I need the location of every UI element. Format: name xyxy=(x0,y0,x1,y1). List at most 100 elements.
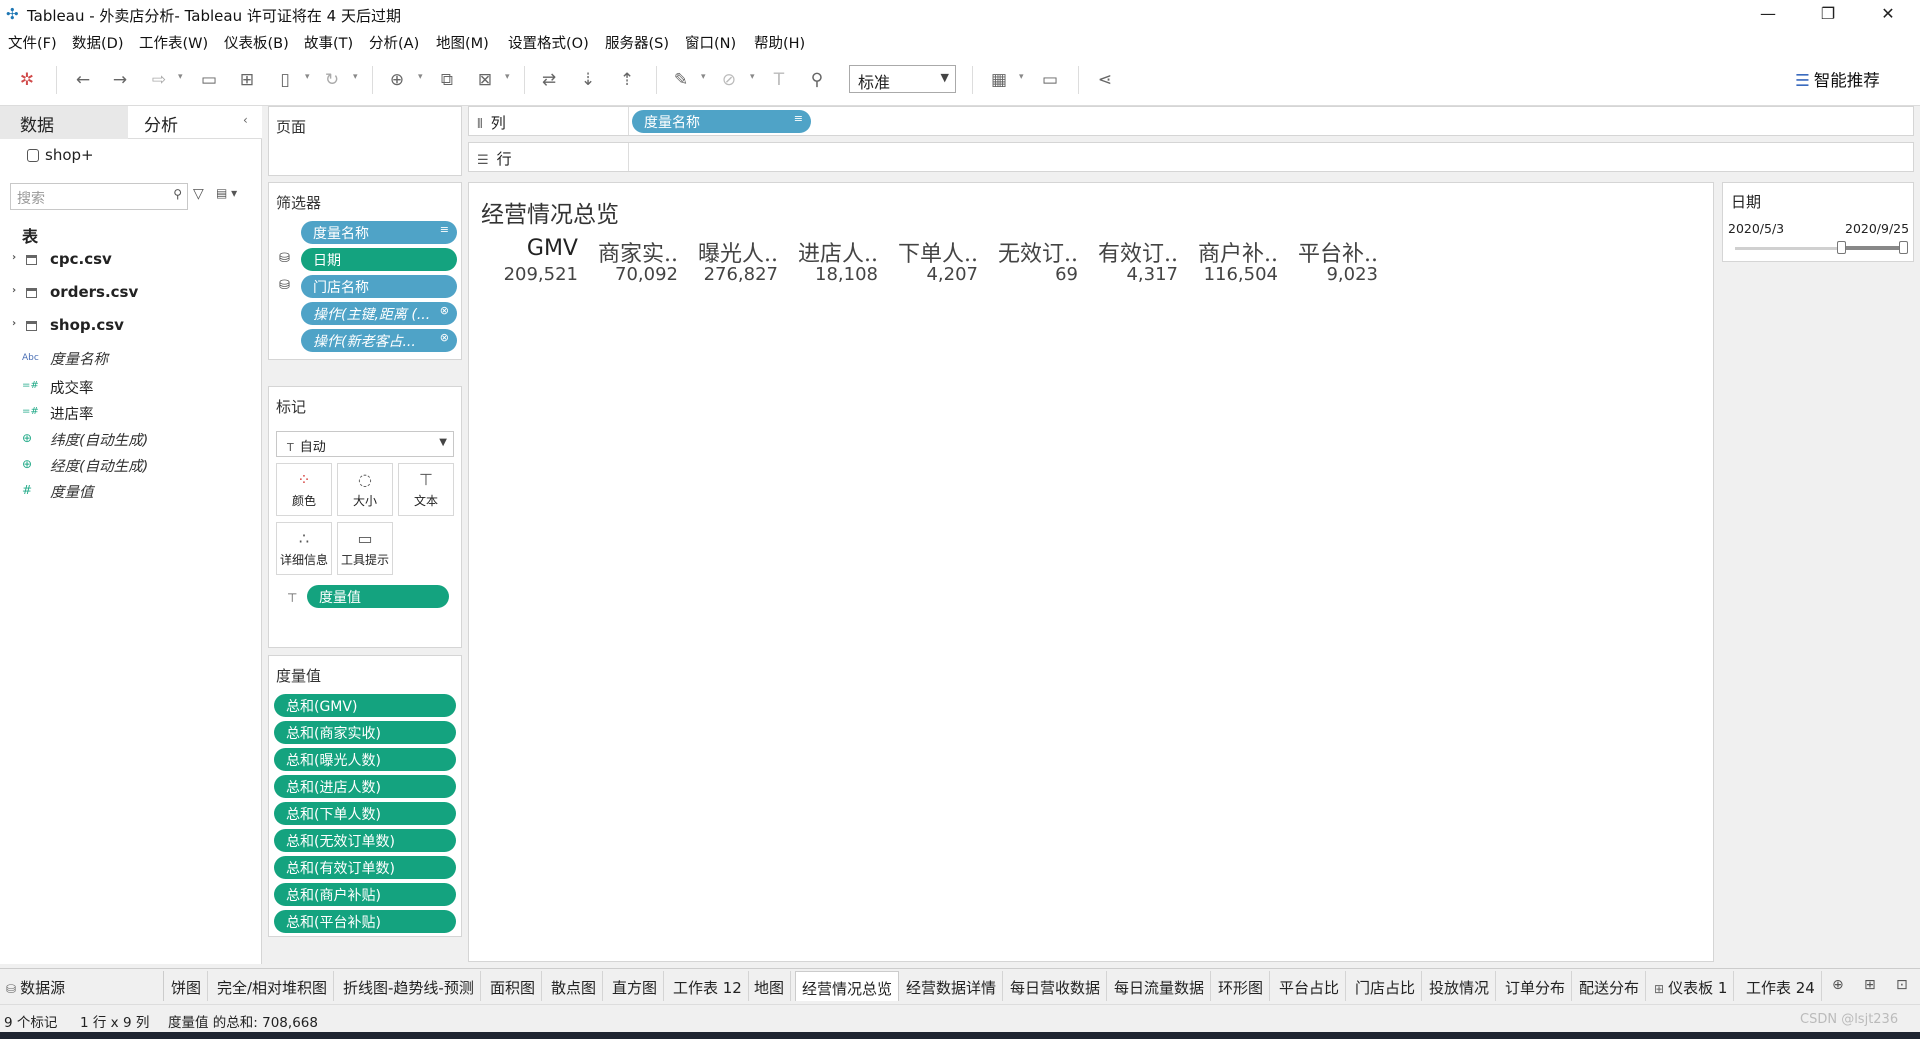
chevron-right-icon[interactable]: › xyxy=(12,252,16,263)
datasource-name[interactable]: shop+ xyxy=(45,146,94,164)
size-button[interactable]: ◌ 大小 xyxy=(337,463,393,516)
kpi-header[interactable]: GMV xyxy=(527,236,578,261)
share-icon[interactable]: ⋖ xyxy=(1092,67,1118,93)
field-longitude[interactable]: ⊕ 经度(自动生成) xyxy=(22,455,252,477)
sheet-tab[interactable]: 配送分布 xyxy=(1573,971,1647,1001)
kpi-value[interactable]: 4,207 xyxy=(926,264,978,285)
filter-pill[interactable]: 操作(新老客占... ⊗ xyxy=(301,329,457,352)
sheet-tab[interactable]: 门店占比 xyxy=(1349,971,1423,1001)
show-me-button[interactable]: ☰ 智能推荐 xyxy=(1795,67,1880,91)
field-latitude[interactable]: ⊕ 纬度(自动生成) xyxy=(22,429,252,451)
field-measure-values[interactable]: # 度量值 xyxy=(22,481,252,503)
text-pill[interactable]: 度量值 xyxy=(307,585,449,608)
tab-data[interactable]: 数据 xyxy=(0,106,128,139)
pages-shelf[interactable]: 页面 xyxy=(268,106,462,176)
sheet-tab[interactable]: 环形图 xyxy=(1212,971,1271,1001)
field-measure-names[interactable]: Abc 度量名称 xyxy=(22,348,252,370)
restore-button[interactable]: ❐ xyxy=(1808,3,1848,25)
filter-pill[interactable]: 度量名称 ≡ xyxy=(301,221,457,244)
show-labels-icon[interactable]: T xyxy=(766,67,792,93)
sheet-tab[interactable]: 折线图-趋势线-预测 xyxy=(337,971,481,1001)
new-datasource-icon[interactable]: ⊞ xyxy=(234,67,260,93)
viz-canvas[interactable]: 经营情况总览 GMV 209,521 商家实.. 70,092 曝光人.. 276,827… xyxy=(468,182,1714,962)
sheet-tab[interactable]: 经营数据详情 xyxy=(900,971,1004,1001)
measure-pill[interactable]: 总和(进店人数) xyxy=(274,775,456,798)
sheet-tab[interactable]: 工作表 24 xyxy=(1740,971,1822,1001)
new-worksheet-icon[interactable]: ⊕ xyxy=(384,67,410,93)
kpi-value[interactable]: 4,317 xyxy=(1126,264,1178,285)
columns-shelf[interactable]: ⦀ 列 度量名称 ≡ xyxy=(468,106,1914,136)
sheet-tab[interactable]: 直方图 xyxy=(606,971,665,1001)
chevron-down-icon[interactable]: ▾ xyxy=(750,72,760,82)
label-button[interactable]: ⊤ 文本 xyxy=(398,463,454,516)
chevron-down-icon[interactable]: ▾ xyxy=(178,72,188,82)
measure-pill[interactable]: 总和(商家实收) xyxy=(274,721,456,744)
redo-icon[interactable]: → xyxy=(107,67,133,93)
presentation-icon[interactable]: ▭ xyxy=(1037,67,1063,93)
sheet-tab[interactable]: 面积图 xyxy=(484,971,543,1001)
filter-pill[interactable]: 操作(主键,距离 (... ⊗ xyxy=(301,302,457,325)
group-icon[interactable]: ⊘ xyxy=(716,67,742,93)
chevron-down-icon[interactable]: ▾ xyxy=(701,72,711,82)
menu-data[interactable]: 数据(D) xyxy=(72,32,123,53)
minimize-button[interactable]: — xyxy=(1748,3,1788,25)
measure-pill[interactable]: 总和(有效订单数) xyxy=(274,856,456,879)
measure-pill[interactable]: 总和(平台补贴) xyxy=(274,910,456,933)
menu-worksheet[interactable]: 工作表(W) xyxy=(139,32,208,53)
kpi-value[interactable]: 276,827 xyxy=(704,264,778,285)
menu-help[interactable]: 帮助(H) xyxy=(754,32,805,53)
filter-icon[interactable]: ▽ xyxy=(193,186,204,202)
sort-ascending-icon[interactable]: ⇣ xyxy=(575,67,601,93)
collapse-pane-icon[interactable]: ‹ xyxy=(243,113,248,127)
sheet-tab[interactable]: 每日营收数据 xyxy=(1004,971,1108,1001)
chevron-right-icon[interactable]: › xyxy=(12,285,16,296)
menu-map[interactable]: 地图(M) xyxy=(436,32,489,53)
tooltip-button[interactable]: ▭ 工具提示 xyxy=(337,522,393,575)
pause-update-icon[interactable]: ▯ xyxy=(272,67,298,93)
refresh-icon[interactable]: ↻ xyxy=(319,67,345,93)
view-options-icon[interactable]: ▤ ▾ xyxy=(216,186,237,200)
duplicate-icon[interactable]: ⧉ xyxy=(434,67,460,93)
filter-pill[interactable]: 日期 xyxy=(301,248,457,271)
measure-pill[interactable]: 总和(曝光人数) xyxy=(274,748,456,771)
new-dashboard-icon[interactable]: ⊞ xyxy=(1864,977,1876,993)
menu-dashboard[interactable]: 仪表板(B) xyxy=(224,32,289,53)
field-visit-rate[interactable]: =# 进店率 xyxy=(22,403,252,425)
menu-story[interactable]: 故事(T) xyxy=(304,32,353,53)
sort-descending-icon[interactable]: ⇡ xyxy=(614,67,640,93)
columns-pill[interactable]: 度量名称 ≡ xyxy=(632,110,811,133)
kpi-value[interactable]: 69 xyxy=(1055,264,1078,285)
chevron-down-icon[interactable]: ▾ xyxy=(353,72,363,82)
sheet-tab[interactable]: 完全/相对堆积图 xyxy=(211,971,335,1001)
chevron-down-icon[interactable]: ▾ xyxy=(1019,72,1029,82)
table-row[interactable]: › orders.csv xyxy=(12,283,242,305)
filter-pill[interactable]: 门店名称 xyxy=(301,275,457,298)
clear-sheet-icon[interactable]: ⊠ xyxy=(472,67,498,93)
kpi-value[interactable]: 116,504 xyxy=(1204,264,1278,285)
menu-analysis[interactable]: 分析(A) xyxy=(369,32,419,53)
rows-shelf[interactable]: ☰ 行 xyxy=(468,142,1914,172)
replay-icon[interactable]: ⇨ xyxy=(146,67,172,93)
chevron-right-icon[interactable]: › xyxy=(12,318,16,329)
save-icon[interactable]: ▭ xyxy=(196,67,222,93)
menu-file[interactable]: 文件(F) xyxy=(8,32,57,53)
table-row[interactable]: › shop.csv xyxy=(12,316,242,338)
chevron-down-icon[interactable]: ▾ xyxy=(505,72,515,82)
tab-datasource[interactable]: ⛁ 数据源 xyxy=(0,971,164,1001)
detail-button[interactable]: ∴ 详细信息 xyxy=(276,522,332,575)
measure-pill[interactable]: 总和(下单人数) xyxy=(274,802,456,825)
sheet-tab[interactable]: 每日流量数据 xyxy=(1108,971,1212,1001)
sheet-tab[interactable]: 订单分布 xyxy=(1499,971,1573,1001)
sheet-tab-dashboard[interactable]: ⊞ 仪表板 1 xyxy=(1648,971,1735,1001)
date-slider-start-handle[interactable] xyxy=(1837,241,1847,254)
swap-icon[interactable]: ⇄ xyxy=(536,67,562,93)
measure-pill[interactable]: 总和(无效订单数) xyxy=(274,829,456,852)
mark-type-select[interactable]: T 自动 ▼ xyxy=(276,431,454,457)
table-row[interactable]: › cpc.csv xyxy=(12,250,242,272)
chevron-down-icon[interactable]: ▾ xyxy=(305,72,315,82)
sheet-tab[interactable]: 投放情况 xyxy=(1423,971,1497,1001)
sheet-tab[interactable]: 平台占比 xyxy=(1273,971,1347,1001)
sheet-tab[interactable]: 工作表 12 xyxy=(667,971,749,1001)
menu-server[interactable]: 服务器(S) xyxy=(605,32,669,53)
sheet-tab[interactable]: 饼图 xyxy=(165,971,209,1001)
